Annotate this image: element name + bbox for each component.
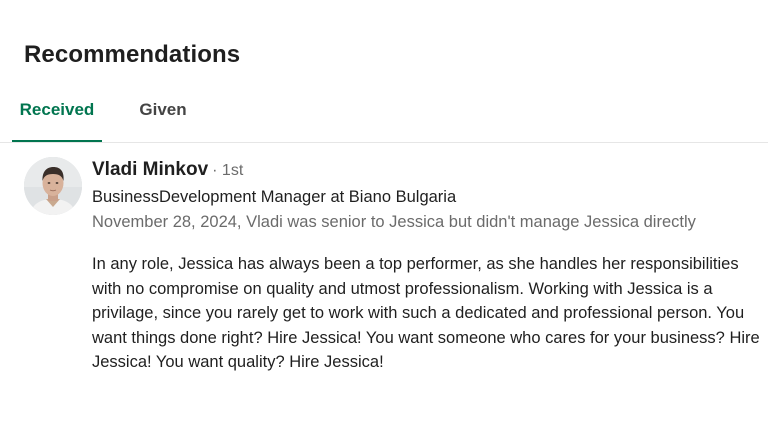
tab-bar: Received Given [0, 92, 768, 143]
section-title: Recommendations [24, 41, 241, 68]
tab-given[interactable]: Given [126, 92, 200, 140]
avatar-photo [24, 157, 82, 215]
recommendations-section: Recommendations Received Given Vladi Min… [0, 0, 768, 428]
recommendation-text: In any role, Jessica has always been a t… [92, 255, 760, 371]
recommendation-meta: November 28, 2024, Vladi was senior to J… [92, 213, 696, 231]
connection-degree: · 1st [212, 162, 244, 179]
tab-received[interactable]: Received [12, 92, 102, 142]
avatar[interactable] [24, 157, 82, 215]
author-headline: BusinessDevelopment Manager at Biano Bul… [92, 188, 457, 206]
author-name[interactable]: Vladi Minkov [92, 159, 208, 180]
author-line: Vladi Minkov · 1st [92, 159, 243, 185]
